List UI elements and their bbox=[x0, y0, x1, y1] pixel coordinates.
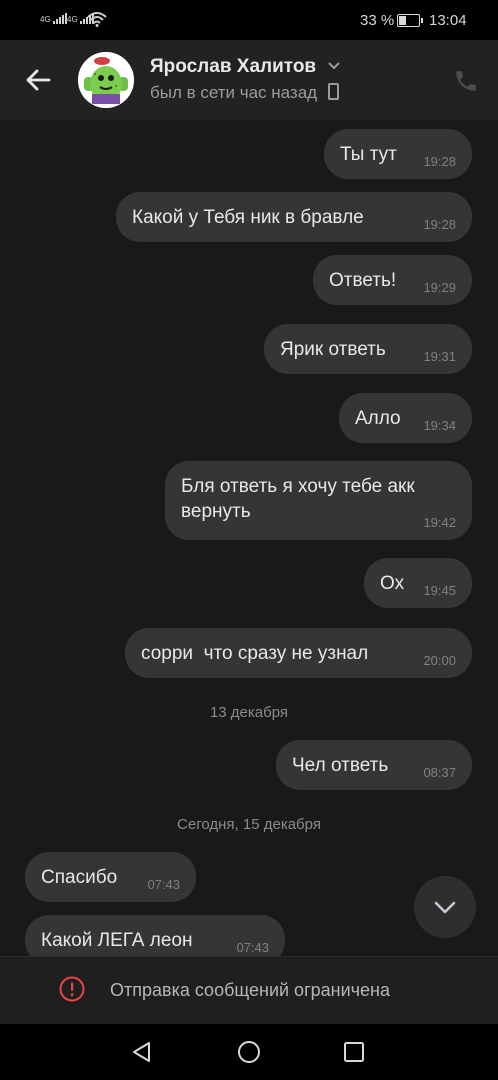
message-bubble[interactable]: Чел ответь 08:37 bbox=[276, 740, 472, 790]
message-text-line: вернуть bbox=[181, 501, 251, 522]
message-time: 19:28 bbox=[423, 154, 456, 169]
chevron-down-icon bbox=[434, 901, 456, 914]
message-bubble[interactable]: Ответь! 19:29 bbox=[313, 255, 472, 305]
restriction-text: Отправка сообщений ограничена bbox=[110, 980, 390, 1000]
date-separator: Сегодня, 15 декабря bbox=[177, 816, 321, 833]
message-time: 19:29 bbox=[423, 280, 456, 295]
message-time: 19:42 bbox=[423, 515, 456, 530]
message-bubble[interactable]: Алло 19:34 bbox=[339, 393, 472, 443]
message-text: Какой у Тебя ник в бравле bbox=[132, 207, 364, 228]
message-text: Алло bbox=[355, 408, 401, 429]
message-text: Ответь! bbox=[329, 270, 397, 291]
message-text: Спасибо bbox=[41, 867, 118, 888]
nav-home-icon[interactable] bbox=[237, 1040, 261, 1064]
message-time: 19:45 bbox=[423, 583, 456, 598]
message-time: 20:00 bbox=[423, 653, 456, 668]
message-bubble[interactable]: Бля ответь я хочу тебе акк вернуть 19:42 bbox=[165, 461, 472, 540]
battery-icon bbox=[397, 14, 423, 27]
status-bar: 4G 4G 33 % 13:04 bbox=[0, 0, 498, 40]
message-time: 19:31 bbox=[423, 349, 456, 364]
message-text-line: Бля ответь я хочу тебе акк bbox=[181, 476, 415, 497]
message-bubble[interactable]: Ты тут 19:28 bbox=[324, 129, 472, 179]
message-text: Какой ЛЕГА леон bbox=[41, 930, 193, 951]
message-bubble-incoming[interactable]: Спасибо 07:43 bbox=[25, 852, 196, 902]
navigation-bar bbox=[0, 1024, 498, 1080]
scroll-down-button[interactable] bbox=[414, 876, 476, 938]
signal-icon: 4G bbox=[40, 13, 67, 24]
message-time: 07:43 bbox=[147, 877, 180, 892]
message-time: 08:37 bbox=[423, 765, 456, 780]
message-text: сорри что сразу не узнал bbox=[141, 643, 369, 664]
chat-header: Ярослав Халитов был в сети час назад bbox=[0, 40, 498, 120]
contact-name: Ярослав Халитов bbox=[150, 56, 317, 77]
message-time: 19:34 bbox=[423, 418, 456, 433]
message-bubble[interactable]: сорри что сразу не узнал 20:00 bbox=[125, 628, 472, 678]
wifi-icon bbox=[87, 12, 107, 27]
message-text: Ярик ответь bbox=[280, 339, 386, 360]
message-time: 19:28 bbox=[423, 217, 456, 232]
avatar[interactable] bbox=[78, 52, 134, 108]
message-bubble[interactable]: Ох 19:45 bbox=[364, 558, 472, 608]
chevron-down-icon bbox=[327, 62, 340, 70]
battery-percent: 33 % bbox=[360, 12, 395, 29]
restriction-bar: Отправка сообщений ограничена bbox=[0, 956, 498, 1025]
message-text: Чел ответь bbox=[292, 755, 389, 776]
call-icon[interactable] bbox=[453, 68, 479, 94]
message-bubble[interactable]: Какой у Тебя ник в бравле 19:28 bbox=[116, 192, 472, 242]
cactus-avatar-icon bbox=[78, 52, 134, 108]
message-time: 07:43 bbox=[236, 940, 269, 955]
message-bubble[interactable]: Ярик ответь 19:31 bbox=[264, 324, 472, 374]
date-separator: 13 декабря bbox=[209, 704, 289, 721]
message-text: Ты тут bbox=[340, 144, 397, 165]
contact-status: был в сети час назад bbox=[150, 83, 318, 102]
warning-icon bbox=[59, 976, 85, 1002]
nav-recents-icon[interactable] bbox=[343, 1041, 365, 1063]
mobile-phone-icon bbox=[327, 83, 339, 100]
clock: 13:04 bbox=[429, 12, 467, 29]
nav-back-icon[interactable] bbox=[130, 1040, 154, 1064]
contact-name-row[interactable]: Ярослав Халитов bbox=[150, 56, 341, 78]
back-arrow-icon[interactable] bbox=[20, 62, 56, 98]
message-text: Ох bbox=[380, 573, 405, 594]
